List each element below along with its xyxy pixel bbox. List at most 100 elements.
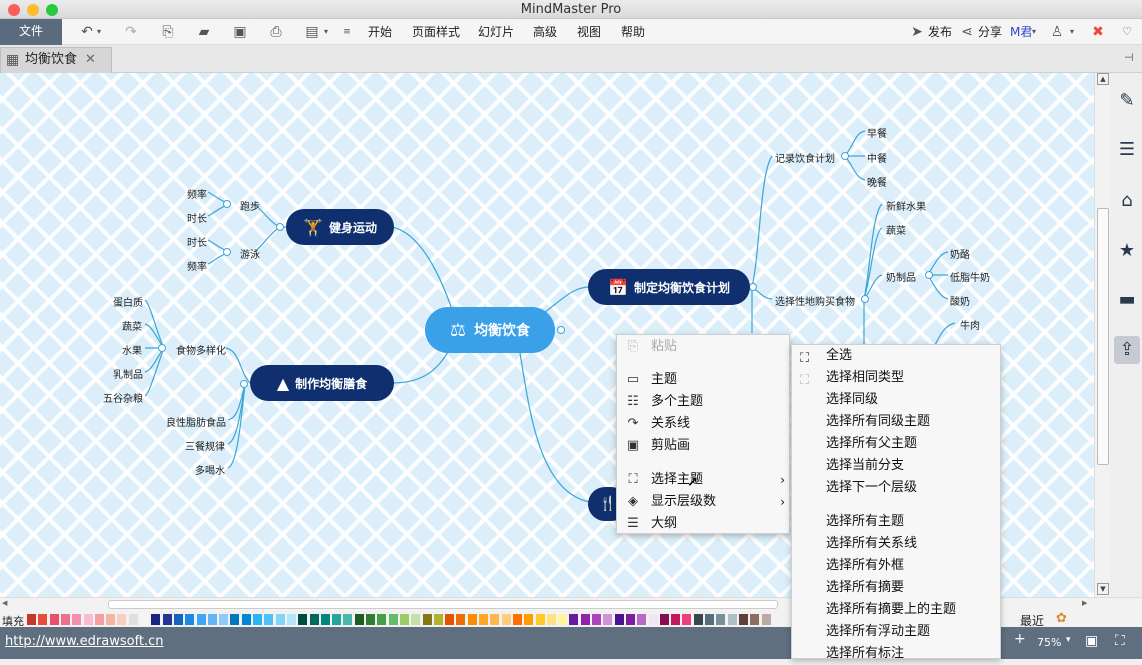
theme-shirt-icon[interactable]: ♙: [1046, 22, 1068, 42]
leaf-food[interactable]: 乳制品: [113, 366, 143, 381]
color-swatch[interactable]: [761, 614, 771, 625]
leaf-dairy[interactable]: 酸奶: [950, 293, 970, 308]
leaf-food[interactable]: 蔬菜: [122, 318, 142, 333]
color-swatch[interactable]: [196, 614, 206, 625]
leaf-meal-time[interactable]: 晚餐: [867, 174, 887, 189]
menu-item-show-levels[interactable]: ◈ 显示层级数 ›: [617, 491, 789, 513]
task-panel-icon[interactable]: ▬: [1114, 286, 1140, 314]
color-swatch[interactable]: [298, 614, 308, 625]
color-swatch[interactable]: [716, 614, 726, 625]
color-swatch[interactable]: [230, 614, 240, 625]
menu-item-relationship[interactable]: ↷ 关系线: [617, 413, 789, 435]
color-swatch[interactable]: [467, 614, 477, 625]
color-swatch[interactable]: [320, 614, 330, 625]
leaf-dairy[interactable]: 奶酪: [950, 246, 970, 261]
menu-item-topic[interactable]: ▭ 主题: [617, 369, 789, 391]
leaf-meal-other[interactable]: 多喝水: [195, 462, 225, 477]
menu-item-clipart[interactable]: ▣ 剪贴画: [617, 435, 789, 457]
menu-advanced[interactable]: 高级: [533, 19, 557, 45]
color-swatch[interactable]: [27, 614, 36, 625]
color-swatch[interactable]: [60, 614, 70, 625]
leaf-run-dur[interactable]: 时长: [187, 210, 207, 225]
color-swatch[interactable]: [162, 614, 172, 625]
menu-slides[interactable]: 幻灯片: [478, 19, 514, 45]
scroll-down-icon[interactable]: ▼: [1097, 583, 1109, 595]
color-swatch[interactable]: [592, 614, 601, 625]
user-dropdown-icon[interactable]: ▾: [1028, 22, 1040, 42]
document-tab[interactable]: ▦ 均衡饮食 ✕: [0, 47, 112, 73]
color-swatch[interactable]: [546, 614, 556, 625]
mark-star-icon[interactable]: ★: [1114, 237, 1140, 265]
menu-item-select-topic[interactable]: ⛶ 选择主题 ›: [617, 469, 789, 491]
fit-page-icon[interactable]: ▣: [1085, 633, 1098, 649]
redo-icon[interactable]: ↷: [120, 22, 142, 42]
color-swatch[interactable]: [264, 614, 274, 625]
submenu-select-siblings[interactable]: 选择同级: [792, 389, 1000, 411]
submenu-select-branch[interactable]: 选择当前分支: [792, 455, 1000, 477]
color-swatch[interactable]: [275, 614, 285, 625]
leaf-meal-time[interactable]: 早餐: [867, 125, 887, 140]
color-swatch[interactable]: [354, 614, 364, 625]
color-swatch[interactable]: [106, 614, 116, 625]
color-swatch[interactable]: [173, 614, 183, 625]
topic-meal[interactable]: ▲ 制作均衡膳食: [250, 365, 394, 401]
leaf-food[interactable]: 水果: [122, 342, 142, 357]
color-swatch[interactable]: [727, 614, 737, 625]
color-swatch[interactable]: [286, 614, 296, 625]
color-swatch[interactable]: [309, 614, 319, 625]
color-swatch[interactable]: [422, 614, 432, 625]
leaf-variety[interactable]: 食物多样化: [176, 342, 226, 357]
leaf-swim-dur[interactable]: 时长: [187, 234, 207, 249]
export-dropdown-icon[interactable]: ▾: [320, 22, 332, 42]
color-swatch[interactable]: [207, 614, 217, 625]
menu-item-multiple-topics[interactable]: ☷ 多个主题: [617, 391, 789, 413]
scroll-up-icon[interactable]: ▲: [1097, 73, 1109, 85]
submenu-select-all-relationships[interactable]: 选择所有关系线: [792, 533, 1000, 555]
submenu-select-next-level[interactable]: 选择下一个层级: [792, 477, 1000, 499]
leaf-meal-time[interactable]: 中餐: [867, 150, 887, 165]
scroll-thumb[interactable]: [1097, 208, 1109, 465]
vertical-scrollbar[interactable]: ▲ ▼: [1094, 73, 1110, 597]
color-swatch[interactable]: [569, 614, 579, 625]
leaf-buy-item[interactable]: 奶制品: [886, 269, 916, 284]
color-swatch[interactable]: [479, 614, 488, 625]
color-swatch[interactable]: [750, 614, 760, 625]
share-button[interactable]: 分享: [978, 19, 1002, 45]
color-swatch[interactable]: [343, 614, 353, 625]
color-swatch[interactable]: [625, 614, 635, 625]
theme-dropdown-icon[interactable]: ▾: [1066, 22, 1078, 42]
color-swatch[interactable]: [72, 614, 82, 625]
leaf-run-freq[interactable]: 频率: [187, 186, 207, 201]
color-swatch[interactable]: [490, 614, 500, 625]
color-swatch[interactable]: [399, 614, 409, 625]
zoom-in-icon[interactable]: +: [1014, 631, 1026, 647]
collapse-ribbon-icon[interactable]: ♡: [1116, 22, 1138, 42]
leaf-buy-item[interactable]: 新鲜水果: [886, 198, 926, 213]
color-swatch[interactable]: [671, 614, 681, 625]
close-window-button[interactable]: [8, 4, 20, 16]
color-swatch[interactable]: [151, 614, 161, 625]
color-swatch[interactable]: [659, 614, 669, 625]
print-icon[interactable]: ⎙: [265, 22, 287, 42]
submenu-select-same-type[interactable]: ⛶ 选择相同类型: [792, 367, 1000, 389]
share-icon[interactable]: ⋖: [956, 22, 978, 42]
export-panel-icon[interactable]: ⇪: [1114, 336, 1140, 364]
color-swatch[interactable]: [738, 614, 748, 625]
scroll-left-icon[interactable]: ◀: [2, 599, 12, 609]
color-swatch[interactable]: [140, 614, 149, 625]
color-swatch[interactable]: [38, 614, 48, 625]
leaf-run[interactable]: 跑步: [240, 198, 260, 213]
leaf-meal-other[interactable]: 良性脂肪食品: [166, 414, 226, 429]
format-brush-icon[interactable]: ✎: [1114, 87, 1140, 115]
outline-list-icon[interactable]: ☰: [1114, 136, 1140, 164]
undo-dropdown-icon[interactable]: ▾: [93, 22, 105, 42]
color-swatch[interactable]: [253, 614, 262, 625]
color-swatch[interactable]: [558, 614, 568, 625]
menu-start[interactable]: 开始: [368, 19, 392, 45]
fullscreen-icon[interactable]: ⛶: [1115, 633, 1125, 649]
color-swatch[interactable]: [49, 614, 59, 625]
color-swatch[interactable]: [219, 614, 229, 625]
publish-icon[interactable]: ➤: [906, 22, 928, 42]
clipart-panel-icon[interactable]: ⌂: [1114, 187, 1140, 215]
color-swatch[interactable]: [512, 614, 522, 625]
